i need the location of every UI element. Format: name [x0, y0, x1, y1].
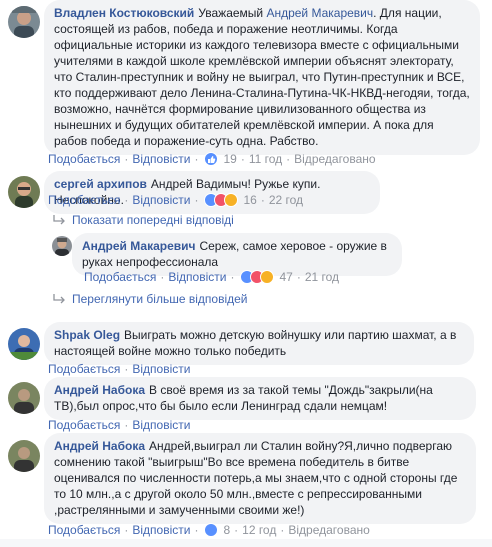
reaction-count[interactable]: 16: [243, 192, 256, 208]
mention-link[interactable]: Андрей Макаревич: [266, 6, 373, 20]
reply-button[interactable]: Відповісти: [168, 269, 226, 285]
reactions[interactable]: [204, 152, 220, 166]
show-more-replies-link[interactable]: Переглянути більше відповідей: [52, 291, 247, 307]
show-more-label[interactable]: Переглянути більше відповідей: [72, 291, 247, 307]
comment-author[interactable]: Андрей Набока: [54, 383, 145, 397]
reaction-count[interactable]: 19: [223, 151, 236, 167]
avatar[interactable]: [8, 440, 40, 472]
reply-button[interactable]: Відповісти: [132, 522, 190, 538]
reply-button[interactable]: Відповісти: [132, 417, 190, 433]
like-button[interactable]: Подобається: [48, 361, 120, 377]
comment-bubble: Андрей Набока В своё время из за такой те…: [44, 377, 476, 420]
edited-label[interactable]: Відредаговано: [288, 522, 369, 538]
comment-author[interactable]: Shpak Oleg: [54, 328, 120, 342]
show-previous-replies-link[interactable]: Показати попередні відповіді: [52, 212, 234, 228]
avatar[interactable]: [8, 328, 40, 360]
like-button[interactable]: Подобається: [48, 151, 120, 167]
comment-actions: Подобається · Відповісти: [48, 417, 191, 433]
comment-author[interactable]: сергей архипов: [54, 177, 147, 191]
comment-actions: Подобається · Відповісти: [48, 361, 191, 377]
avatar[interactable]: [8, 382, 40, 414]
timestamp[interactable]: 11 год: [249, 151, 282, 167]
reply-button[interactable]: Відповісти: [132, 192, 190, 208]
haha-reaction-icon: [260, 270, 275, 284]
timestamp[interactable]: 12 год: [242, 522, 276, 538]
comment-actions: Подобається · Відповісти · 8 · 12 год · Відр…: [48, 522, 370, 538]
comment-actions: Подобається · Відповісти · 16 · 22 год: [48, 192, 304, 208]
like-button[interactable]: Подобається: [48, 522, 120, 538]
comment-author[interactable]: Владлен Костюковский: [54, 6, 194, 20]
timestamp[interactable]: 22 год: [269, 192, 303, 208]
edited-label[interactable]: Відредаговано: [294, 151, 375, 167]
like-button[interactable]: Подобається: [48, 192, 120, 208]
comment-text: . Для нации, состоящей из рабов, победа …: [54, 6, 470, 148]
like-button[interactable]: Подобається: [48, 417, 120, 433]
comment-bubble: Владлен Костюковский Уважаемый Андрей Мак…: [44, 0, 480, 155]
reaction-count[interactable]: 47: [279, 269, 292, 285]
show-previous-label[interactable]: Показати попередні відповіді: [72, 212, 234, 228]
avatar[interactable]: [52, 236, 72, 256]
avatar[interactable]: [8, 6, 40, 38]
comment-bubble: Андрей Набока Андрей,выиграл ли Сталин во…: [44, 433, 476, 524]
like-reaction-icon: [204, 152, 219, 166]
reaction-count[interactable]: 8: [223, 522, 230, 538]
comment-actions: Подобається · Відповісти · 19 · 11 год · Від…: [48, 151, 376, 167]
reply-button[interactable]: Відповісти: [132, 361, 190, 377]
footer-divider: [0, 539, 492, 547]
comment-actions: Подобається · Відповісти · 47 · 21 год: [84, 269, 340, 285]
reply-arrow-icon: [53, 215, 65, 225]
reactions[interactable]: [204, 523, 220, 537]
comment-text: Уважаемый: [198, 6, 267, 20]
haha-reaction-icon: [224, 193, 239, 207]
reply-arrow-icon: [53, 294, 65, 304]
reply-button[interactable]: Відповісти: [132, 151, 190, 167]
like-reaction-icon: [204, 523, 219, 537]
comment-bubble: Shpak Oleg Выиграть можно детскую войнушк…: [44, 322, 474, 365]
reactions[interactable]: [240, 270, 276, 284]
avatar[interactable]: [8, 176, 40, 208]
comment-author[interactable]: Андрей Макаревич: [82, 239, 195, 253]
like-button[interactable]: Подобається: [84, 269, 156, 285]
comment-author[interactable]: Андрей Набока: [54, 439, 145, 453]
reactions[interactable]: [204, 193, 240, 207]
timestamp[interactable]: 21 год: [305, 269, 339, 285]
